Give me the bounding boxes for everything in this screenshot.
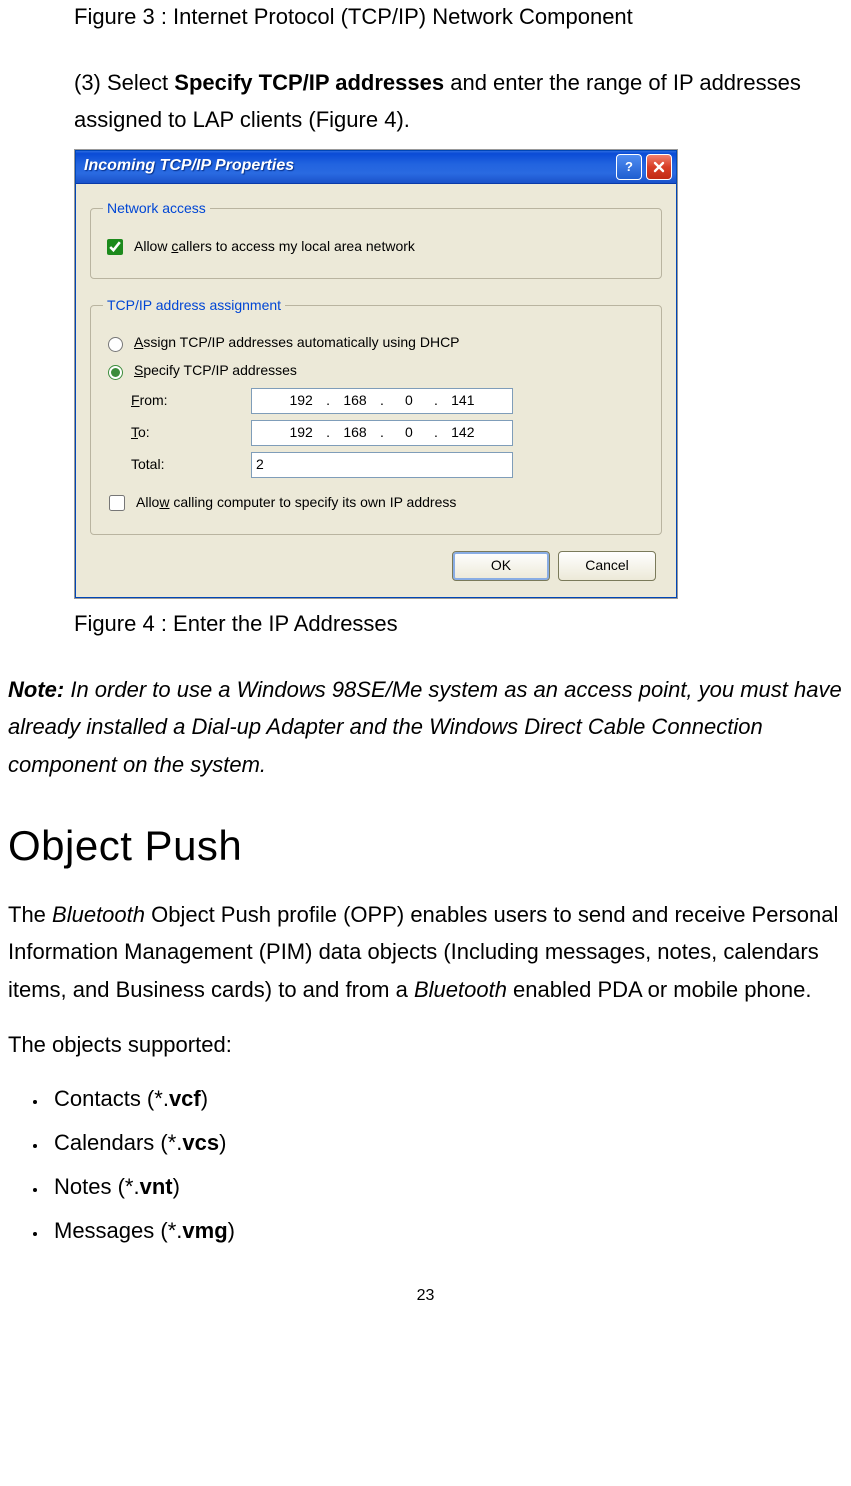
total-label: Total: — [103, 454, 251, 476]
obj2-post: ) — [173, 1174, 180, 1199]
to-ip-2: 0 — [388, 422, 430, 444]
to-ip-field[interactable]: 192. 168. 0. 142 — [251, 420, 513, 446]
from-u: F — [131, 392, 140, 408]
from-ip-field[interactable]: 192. 168. 0. 141 — [251, 388, 513, 414]
allow-own-pre: Allo — [136, 494, 159, 510]
tcpip-dialog: Incoming TCP/IP Properties ? Network acc… — [75, 150, 677, 598]
ok-button[interactable]: OK — [452, 551, 550, 581]
obj1-pre: Calendars (*. — [54, 1130, 182, 1155]
titlebar-buttons: ? — [616, 154, 672, 180]
tcpip-assignment-group: TCP/IP address assignment Assign TCP/IP … — [90, 295, 662, 535]
figure3-caption: Figure 3 : Internet Protocol (TCP/IP) Ne… — [74, 0, 843, 34]
network-access-group: Network access Allow callers to access m… — [90, 198, 662, 279]
obj2-pre: Notes (*. — [54, 1174, 140, 1199]
dhcp-radio[interactable] — [108, 337, 123, 352]
obj3-post: ) — [228, 1218, 235, 1243]
allow-own-ip-checkbox[interactable] — [109, 495, 125, 511]
opp-p1b: Bluetooth — [52, 902, 145, 927]
opp-p1a: The — [8, 902, 52, 927]
from-ip-2: 0 — [388, 390, 430, 412]
to-u: T — [131, 424, 138, 440]
list-item: Messages (*.vmg) — [48, 1214, 843, 1248]
allow-callers-pre: Allow — [134, 238, 171, 254]
note-text: In order to use a Windows 98SE/Me system… — [8, 677, 842, 777]
list-item: Notes (*.vnt) — [48, 1170, 843, 1204]
dhcp-post: ssign TCP/IP addresses automatically usi… — [143, 334, 459, 350]
allow-callers-post: allers to access my local area network — [178, 238, 415, 254]
opp-p1d: Bluetooth — [414, 977, 507, 1002]
from-ip-3: 141 — [442, 390, 484, 412]
to-ip-1: 168 — [334, 422, 376, 444]
to-ip-0: 192 — [280, 422, 322, 444]
to-ip-3: 142 — [442, 422, 484, 444]
dhcp-u: A — [134, 334, 143, 350]
from-post: rom: — [140, 392, 168, 408]
specify-post: pecify TCP/IP addresses — [143, 362, 297, 378]
cancel-button[interactable]: Cancel — [558, 551, 656, 581]
allow-own-u: w — [159, 494, 169, 510]
allow-own-post: calling computer to specify its own IP a… — [169, 494, 456, 510]
section-heading: Object Push — [8, 813, 843, 878]
dialog-button-row: OK Cancel — [90, 551, 662, 581]
step3-prefix: (3) Select — [74, 70, 174, 95]
from-label: From: — [103, 390, 251, 412]
obj2-ext: vnt — [140, 1174, 173, 1199]
opp-paragraph: The Bluetooth Object Push profile (OPP) … — [8, 896, 843, 1008]
dialog-container: Incoming TCP/IP Properties ? Network acc… — [74, 149, 678, 599]
close-button[interactable] — [646, 154, 672, 180]
list-item: Contacts (*.vcf) — [48, 1082, 843, 1116]
help-button[interactable]: ? — [616, 154, 642, 180]
from-ip-1: 168 — [334, 390, 376, 412]
titlebar: Incoming TCP/IP Properties ? — [76, 151, 676, 184]
dialog-title: Incoming TCP/IP Properties — [84, 154, 294, 179]
network-access-legend: Network access — [103, 198, 210, 220]
from-ip-0: 192 — [280, 390, 322, 412]
tcpip-assignment-legend: TCP/IP address assignment — [103, 295, 285, 317]
to-post: o: — [138, 424, 150, 440]
figure4-caption: Figure 4 : Enter the IP Addresses — [74, 607, 843, 641]
page-number: 23 — [8, 1284, 843, 1309]
note-label: Note: — [8, 677, 64, 702]
specify-label: Specify TCP/IP addresses — [134, 360, 297, 382]
to-label: To: — [103, 422, 251, 444]
dhcp-label: Assign TCP/IP addresses automatically us… — [134, 332, 460, 354]
allow-own-ip-label: Allow calling computer to specify its ow… — [136, 492, 456, 514]
objects-supported-label: The objects supported: — [8, 1026, 843, 1063]
obj1-post: ) — [219, 1130, 226, 1155]
obj0-ext: vcf — [169, 1086, 201, 1111]
allow-callers-checkbox[interactable] — [107, 239, 123, 255]
obj3-pre: Messages (*. — [54, 1218, 182, 1243]
allow-callers-label: Allow callers to access my local area ne… — [134, 236, 415, 258]
list-item: Calendars (*.vcs) — [48, 1126, 843, 1160]
dialog-client: Network access Allow callers to access m… — [76, 184, 676, 597]
specify-radio[interactable] — [108, 365, 123, 380]
opp-p1e: enabled PDA or mobile phone. — [507, 977, 812, 1002]
note-paragraph: Note: In order to use a Windows 98SE/Me … — [8, 671, 843, 783]
objects-list: Contacts (*.vcf) Calendars (*.vcs) Notes… — [48, 1082, 843, 1248]
obj0-post: ) — [201, 1086, 208, 1111]
obj1-ext: vcs — [182, 1130, 219, 1155]
obj3-ext: vmg — [182, 1218, 227, 1243]
step3-instruction: (3) Select Specify TCP/IP addresses and … — [74, 64, 843, 139]
obj0-pre: Contacts (*. — [54, 1086, 169, 1111]
svg-text:?: ? — [625, 160, 633, 174]
step3-bold: Specify TCP/IP addresses — [174, 70, 444, 95]
specify-u: S — [134, 362, 143, 378]
total-field: 2 — [251, 452, 513, 478]
